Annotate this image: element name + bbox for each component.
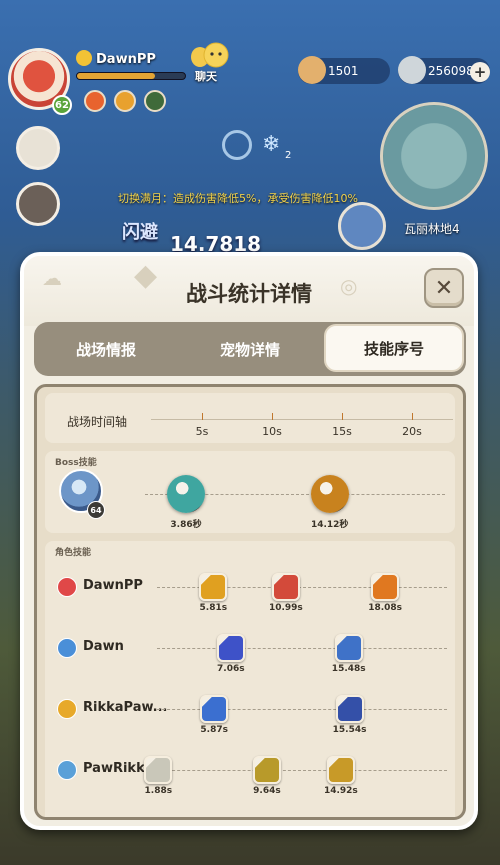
character-section-label: 角色技能: [55, 548, 92, 558]
dodge-text: 闪避: [122, 222, 158, 243]
arrows-icon[interactable]: [199, 573, 228, 601]
boss-skill-time: 3.86秒: [170, 520, 202, 530]
timeline-label: 战场时间轴: [67, 415, 128, 429]
timeline-tick-label: 5s: [195, 425, 209, 438]
boss-skill-time: 14.12秒: [310, 520, 349, 530]
skill-time-label: 1.88s: [144, 786, 173, 796]
heart-shield-icon[interactable]: [252, 756, 281, 784]
player-hp-bar: [76, 72, 186, 80]
wind-element-icon: [57, 760, 77, 780]
skill-time-label: 15.54s: [332, 725, 367, 735]
skill-track-line: [157, 770, 447, 771]
boss-level-badge: 64: [87, 501, 105, 519]
minimap[interactable]: [380, 102, 488, 210]
tab-bar: 战场情报 宠物详情 技能序号: [34, 322, 466, 376]
character-name: DawnPP: [83, 578, 143, 593]
add-currency-button[interactable]: +: [470, 62, 490, 82]
buff-icon[interactable]: [84, 90, 106, 112]
timeline-tick: [272, 413, 273, 420]
skill-track-line: [157, 648, 447, 649]
tab-skill-order[interactable]: 技能序号: [324, 324, 464, 372]
dialog-title: 战斗统计详情: [186, 282, 312, 306]
skill-time-label: 9.64s: [253, 786, 281, 796]
spiral-status-icon: [222, 130, 252, 160]
skill-time-label: 5.87s: [200, 725, 228, 735]
shard-icon[interactable]: [334, 634, 363, 662]
battle-stats-dialog: ☁ ◆ ◎ 战斗统计详情 ✕ 战场情报 宠物详情 技能序号 战场时间轴 5s 10…: [20, 252, 478, 830]
yellow-element-icon: [57, 699, 77, 719]
crescent-blade-icon[interactable]: [310, 475, 349, 513]
skill-time-label: 15.48s: [331, 664, 366, 674]
skill-time-label: 18.08s: [368, 603, 403, 613]
chat-label: 聊天: [195, 70, 217, 83]
team-member-avatar[interactable]: [16, 126, 60, 170]
currency-icon: [298, 56, 326, 84]
character-name: RikkaPaw...: [83, 700, 168, 715]
timeline-tick: [412, 413, 413, 420]
skill-time-label: 5.81s: [199, 603, 228, 613]
whirlwind-icon[interactable]: [167, 475, 206, 513]
smile-icon: [76, 50, 92, 66]
buff-icon[interactable]: [114, 90, 136, 112]
pet-icon[interactable]: [144, 756, 173, 784]
snowflake-count: 2: [285, 150, 292, 161]
buff-icon[interactable]: [144, 90, 166, 112]
skill-time-label: 14.92s: [323, 786, 358, 796]
hp-fill: [77, 73, 155, 79]
timeline-tick-label: 15s: [332, 425, 352, 438]
skill-time-label: 10.99s: [268, 603, 303, 613]
character-skills-section: 角色技能 DawnPP 5.81s 10.99s 18.08s Dawn 7.06s 15.…: [45, 541, 455, 817]
skill-time-label: 7.06s: [217, 664, 245, 674]
tab-pet-details[interactable]: 宠物详情: [178, 322, 322, 376]
currency-value: 256098: [428, 64, 474, 78]
dialog-header: ☁ ◆ ◎ 战斗统计详情 ✕: [24, 256, 474, 326]
timeline-tick-label: 20s: [402, 425, 422, 438]
map-name: 瓦丽林地4: [404, 222, 460, 236]
swirl-icon[interactable]: [200, 695, 229, 723]
currency-counter: 1501: [298, 56, 390, 84]
fire-face-icon[interactable]: [271, 573, 300, 601]
timeline-line: [151, 419, 453, 420]
boss-hud-avatar[interactable]: [338, 202, 386, 250]
tab-battle-info[interactable]: 战场情报: [34, 322, 178, 376]
timeline-tick-label: 10s: [262, 425, 282, 438]
timeline-tick: [202, 413, 203, 420]
close-button[interactable]: ✕: [424, 268, 464, 308]
beast-icon[interactable]: [335, 695, 364, 723]
fist-icon[interactable]: [371, 573, 400, 601]
currency-value: 1501: [328, 64, 359, 78]
team-member-avatar[interactable]: [16, 182, 60, 226]
buff-message: 切换满月：造成伤害降低5%，承受伤害降低10%: [118, 192, 358, 205]
timeline-axis: 战场时间轴 5s 10s 15s 20s: [45, 393, 455, 443]
currency-icon: [398, 56, 426, 84]
player-level-badge: 62: [52, 95, 72, 115]
timeline-tick: [342, 413, 343, 420]
boss-skills-section: Boss技能 64 3.86秒 14.12秒: [45, 451, 455, 533]
lightning-icon[interactable]: [216, 634, 245, 662]
sparkle-icon[interactable]: [326, 756, 355, 784]
red-element-icon: [57, 577, 77, 597]
close-icon: ✕: [434, 275, 454, 301]
skill-timeline-panel: 战场时间轴 5s 10s 15s 20s Boss技能 64 3.86秒 14.12秒 …: [34, 384, 466, 820]
snowflake-icon: ❄: [262, 132, 281, 157]
character-name: Dawn: [83, 639, 124, 654]
boss-section-label: Boss技能: [55, 458, 97, 468]
player-name: DawnPP: [96, 52, 156, 67]
blue-element-icon: [57, 638, 77, 658]
